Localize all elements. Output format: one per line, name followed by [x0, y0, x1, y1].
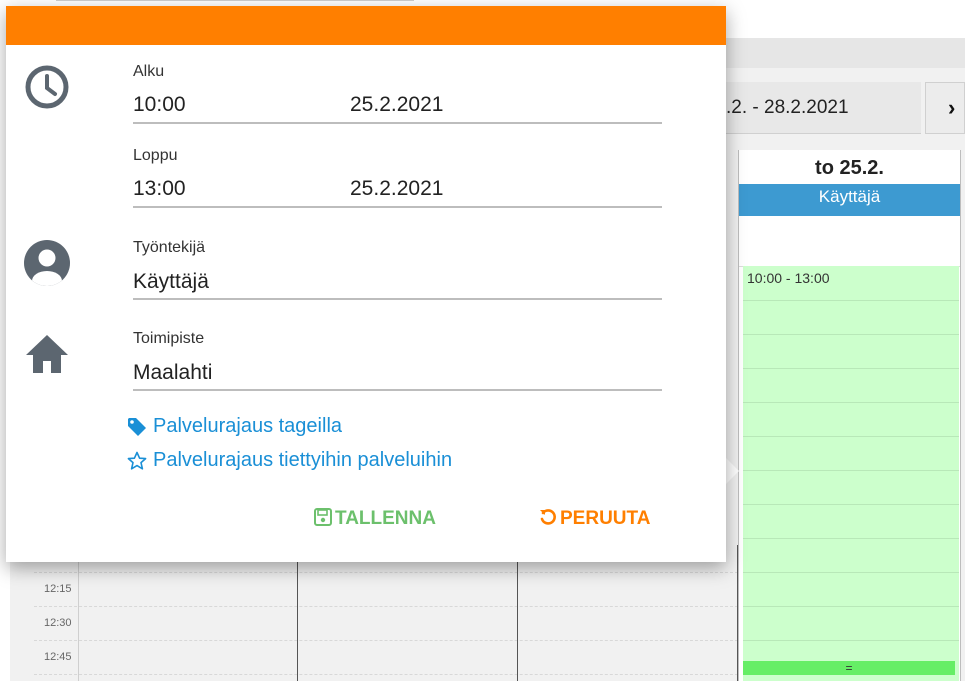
- day-column-separator: [517, 545, 518, 681]
- shift-event[interactable]: 10:00 - 13:00: [743, 266, 959, 681]
- day-column-separator: [297, 545, 298, 681]
- grid-row-line: [34, 674, 738, 675]
- slot-line: [743, 640, 959, 641]
- top-divider: [56, 0, 414, 1]
- start-field-underline: [133, 122, 662, 124]
- slot-line: [743, 504, 959, 505]
- specific-services-link[interactable]: Palvelurajaus tiettyihin palveluihin: [127, 449, 452, 472]
- all-day-row[interactable]: [739, 216, 960, 267]
- calendar-toolbar-strip: [726, 38, 965, 68]
- grid-row-line: [34, 572, 738, 573]
- time-label: 12:15: [44, 583, 72, 595]
- day-column-thursday: to 25.2. Käyttäjä 10:00 - 13:00 =: [738, 150, 961, 681]
- start-date-input[interactable]: 25.2.2021: [350, 93, 443, 117]
- slot-line: [743, 300, 959, 301]
- location-select[interactable]: Maalahti: [133, 361, 212, 385]
- start-label: Alku: [133, 63, 165, 80]
- slot-line: [743, 402, 959, 403]
- shift-resize-handle[interactable]: =: [743, 661, 955, 675]
- shift-time-label: 10:00 - 13:00: [747, 270, 830, 286]
- grid-row-line: [34, 606, 738, 607]
- location-label: Toimipiste: [133, 330, 205, 347]
- slot-line: [743, 368, 959, 369]
- service-tags-link-label: Palvelurajaus tageilla: [153, 415, 343, 437]
- end-time-input[interactable]: 13:00: [133, 177, 186, 201]
- chevron-right-icon: ›: [948, 95, 956, 120]
- clock-icon: [25, 65, 69, 109]
- save-button[interactable]: TALLENNA: [314, 508, 436, 530]
- slot-line: [743, 572, 959, 573]
- shift-edit-dialog: Alku 10:00 25.2.2021 Loppu 13:00 25.2.20…: [6, 6, 726, 562]
- cancel-button[interactable]: PERUUTA: [539, 508, 650, 530]
- specific-services-link-label: Palvelurajaus tiettyihin palveluihin: [153, 449, 453, 471]
- location-field-underline: [133, 389, 662, 391]
- floppy-disk-icon: [314, 508, 332, 526]
- slot-line: [743, 334, 959, 335]
- popup-pointer: [725, 457, 739, 485]
- home-icon: [26, 335, 68, 373]
- grid-row-line: [34, 640, 738, 641]
- slot-line: [743, 606, 959, 607]
- service-tags-link[interactable]: Palvelurajaus tageilla: [127, 415, 342, 438]
- employee-label: Työntekijä: [133, 239, 206, 256]
- day-header: to 25.2.: [815, 157, 884, 179]
- date-range-display[interactable]: .2. - 28.2.2021: [726, 82, 921, 134]
- user-header: Käyttäjä: [739, 184, 960, 216]
- start-time-input[interactable]: 10:00: [133, 93, 186, 117]
- undo-icon: [540, 509, 556, 525]
- employee-select[interactable]: Käyttäjä: [133, 270, 209, 294]
- user-icon: [24, 240, 70, 286]
- employee-field-underline: [133, 298, 662, 300]
- slot-line: [743, 538, 959, 539]
- slot-line: [743, 470, 959, 471]
- star-outline-icon: [127, 451, 147, 470]
- time-label: 12:45: [44, 651, 72, 663]
- end-date-input[interactable]: 25.2.2021: [350, 177, 443, 201]
- slot-line: [743, 436, 959, 437]
- time-label: 12:30: [44, 617, 72, 629]
- tag-icon: [128, 417, 146, 436]
- next-week-button[interactable]: ›: [925, 82, 965, 134]
- dialog-header-bar: [6, 6, 726, 45]
- time-column: 12:15 12:30 12:45: [34, 545, 79, 681]
- end-field-underline: [133, 206, 662, 208]
- save-button-label: TALLENNA: [335, 508, 436, 529]
- cancel-button-label: PERUUTA: [560, 508, 651, 529]
- end-label: Loppu: [133, 147, 178, 164]
